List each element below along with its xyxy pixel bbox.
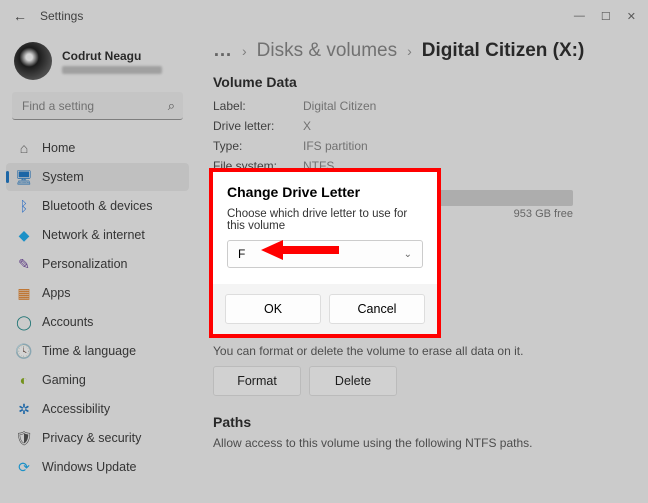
accounts-icon: ◯ — [16, 314, 32, 330]
accessibility-icon: ✲ — [16, 401, 32, 417]
sidebar-item-label: Accessibility — [42, 402, 110, 416]
gaming-icon: ◐ — [16, 372, 32, 388]
network-internet-icon: ◆ — [16, 227, 32, 243]
paths-desc: Allow access to this volume using the fo… — [213, 436, 630, 450]
paths-header: Paths — [213, 414, 630, 430]
annotation-highlight: Change Drive Letter Choose which drive l… — [209, 168, 441, 338]
search-box[interactable]: ⌕ — [12, 92, 183, 120]
cancel-button[interactable]: Cancel — [329, 294, 425, 324]
profile[interactable]: Codrut Neagu — [6, 36, 189, 90]
drive-letter-value: F — [238, 247, 245, 261]
drive-letter-select[interactable]: F ⌄ — [227, 240, 423, 268]
sidebar-item-label: Bluetooth & devices — [42, 199, 153, 213]
close-button[interactable]: ✕ — [627, 10, 636, 23]
sidebar-item-label: Home — [42, 141, 75, 155]
volume-row: Type:IFS partition — [213, 136, 630, 156]
sidebar-item-label: Apps — [42, 286, 71, 300]
ok-button[interactable]: OK — [225, 294, 321, 324]
sidebar-item-network-internet[interactable]: ◆ Network & internet — [6, 221, 189, 249]
search-input[interactable] — [12, 92, 183, 120]
sidebar: Codrut Neagu ⌕ ⌂ Home 🖥 System ᛒ Bluetooth & … — [0, 32, 195, 503]
dialog-prompt: Choose which drive letter to use for thi… — [213, 204, 437, 238]
chevron-right-icon: › — [242, 43, 247, 59]
apps-icon: ▦ — [16, 285, 32, 301]
breadcrumb-ellipsis[interactable]: … — [213, 40, 232, 62]
profile-email — [62, 66, 162, 74]
breadcrumb-current: Digital Citizen (X:) — [422, 40, 585, 62]
sidebar-item-label: Network & internet — [42, 228, 145, 242]
volume-row: Drive letter:X — [213, 116, 630, 136]
system-icon: 🖥 — [16, 169, 32, 185]
dialog-title: Change Drive Letter — [213, 172, 437, 204]
sidebar-item-label: Personalization — [42, 257, 127, 271]
volume-key: Type: — [213, 139, 303, 153]
titlebar: ← Settings — ☐ ✕ — [0, 0, 648, 32]
time-language-icon: 🕓 — [16, 343, 32, 359]
volume-data-header: Volume Data — [213, 74, 630, 90]
sidebar-item-accounts[interactable]: ◯ Accounts — [6, 308, 189, 336]
search-icon: ⌕ — [168, 98, 175, 114]
avatar — [14, 42, 52, 80]
format-button[interactable]: Format — [213, 366, 301, 396]
sidebar-item-gaming[interactable]: ◐ Gaming — [6, 366, 189, 394]
volume-value: IFS partition — [303, 139, 368, 153]
volume-value: Digital Citizen — [303, 99, 376, 113]
volume-key: Drive letter: — [213, 119, 303, 133]
maximize-button[interactable]: ☐ — [601, 10, 611, 23]
app-title: Settings — [40, 9, 83, 23]
volume-row: Label:Digital Citizen — [213, 96, 630, 116]
sidebar-item-bluetooth-devices[interactable]: ᛒ Bluetooth & devices — [6, 192, 189, 220]
breadcrumb-parent[interactable]: Disks & volumes — [257, 40, 397, 62]
sidebar-item-system[interactable]: 🖥 System — [6, 163, 189, 191]
nav-list: ⌂ Home 🖥 System ᛒ Bluetooth & devices ◆ Network… — [6, 134, 189, 481]
breadcrumb: … › Disks & volumes › Digital Citizen (X… — [213, 40, 630, 62]
bluetooth-devices-icon: ᛒ — [16, 198, 32, 214]
windows-update-icon: ⟳ — [16, 459, 32, 475]
chevron-down-icon: ⌄ — [404, 249, 412, 260]
sidebar-item-label: Time & language — [42, 344, 136, 358]
sidebar-item-personalization[interactable]: ✎ Personalization — [6, 250, 189, 278]
sidebar-item-label: System — [42, 170, 84, 184]
change-drive-letter-dialog: Change Drive Letter Choose which drive l… — [213, 172, 437, 334]
sidebar-item-home[interactable]: ⌂ Home — [6, 134, 189, 162]
sidebar-item-time-language[interactable]: 🕓 Time & language — [6, 337, 189, 365]
volume-value: X — [303, 119, 311, 133]
sidebar-item-label: Privacy & security — [42, 431, 141, 445]
home-icon: ⌂ — [16, 140, 32, 156]
privacy-security-icon: 🛡 — [16, 430, 32, 446]
personalization-icon: ✎ — [16, 256, 32, 272]
back-button[interactable]: ← — [8, 8, 32, 24]
sidebar-item-windows-update[interactable]: ⟳ Windows Update — [6, 453, 189, 481]
format-desc: You can format or delete the volume to e… — [213, 344, 630, 358]
delete-button[interactable]: Delete — [309, 366, 397, 396]
chevron-right-icon: › — [407, 43, 412, 59]
sidebar-item-privacy-security[interactable]: 🛡 Privacy & security — [6, 424, 189, 452]
window-controls: — ☐ ✕ — [574, 10, 640, 23]
profile-name: Codrut Neagu — [62, 49, 162, 63]
sidebar-item-label: Gaming — [42, 373, 86, 387]
sidebar-item-label: Windows Update — [42, 460, 137, 474]
volume-key: Label: — [213, 99, 303, 113]
sidebar-item-label: Accounts — [42, 315, 93, 329]
sidebar-item-apps[interactable]: ▦ Apps — [6, 279, 189, 307]
minimize-button[interactable]: — — [574, 10, 585, 23]
sidebar-item-accessibility[interactable]: ✲ Accessibility — [6, 395, 189, 423]
